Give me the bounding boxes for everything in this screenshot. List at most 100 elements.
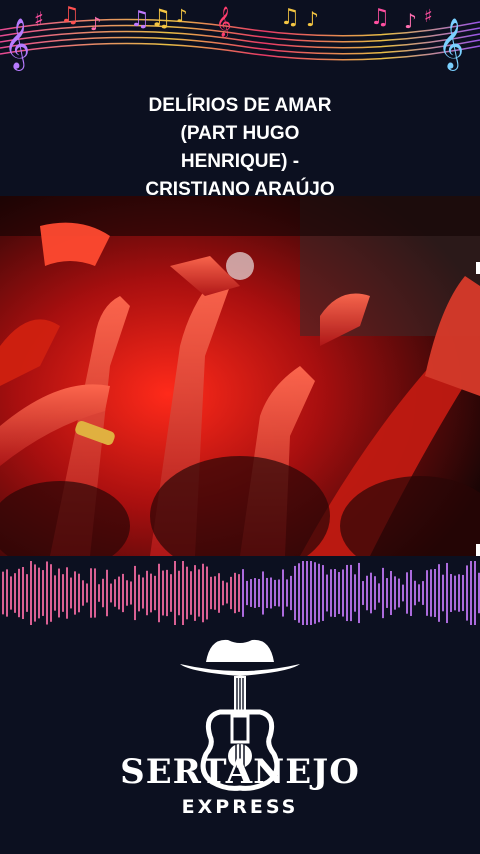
waveform-bar bbox=[6, 569, 8, 617]
waveform-bar bbox=[198, 569, 200, 617]
video-frame: 𝄞 𝄞 ♯ ♫ ♪ ♫ ♫ ♪ 𝄞 ♫ ♪ ♫ ♪ ♯ DELÍRIOS DE … bbox=[0, 0, 480, 854]
waveform-bar bbox=[294, 565, 296, 621]
waveform-bar bbox=[358, 562, 360, 624]
waveform-bar bbox=[462, 574, 464, 612]
svg-text:♫: ♫ bbox=[130, 7, 150, 32]
waveform-bar bbox=[430, 569, 432, 617]
waveform-bar bbox=[238, 574, 240, 612]
waveform-bar bbox=[50, 564, 52, 622]
waveform-bar bbox=[354, 574, 356, 612]
waveform-bar bbox=[230, 576, 232, 610]
waveform-bar bbox=[310, 561, 312, 625]
waveform-bar bbox=[254, 578, 256, 608]
waveform-bar bbox=[158, 563, 160, 623]
waveform-bar bbox=[402, 584, 404, 602]
song-title-line-2: (PART HUGO bbox=[180, 123, 300, 144]
waveform-bar bbox=[166, 569, 168, 617]
waveform-bar bbox=[370, 572, 372, 614]
waveform-bar bbox=[114, 579, 116, 607]
waveform-bar bbox=[282, 569, 284, 617]
svg-text:♪: ♪ bbox=[306, 7, 319, 31]
cowboy-hat-guitar-icon bbox=[180, 639, 300, 791]
waveform-bar bbox=[150, 573, 152, 613]
waveform-bar bbox=[414, 580, 416, 606]
waveform-bar bbox=[142, 577, 144, 609]
waveform-bar bbox=[338, 572, 340, 614]
waveform-bar bbox=[246, 580, 248, 606]
waveform-bar bbox=[126, 580, 128, 606]
svg-text:♫: ♫ bbox=[370, 5, 390, 30]
waveform-bar bbox=[398, 578, 400, 608]
edge-marker bbox=[476, 262, 480, 274]
waveform-bar bbox=[378, 583, 380, 603]
waveform-bar bbox=[442, 574, 444, 612]
waveform-bar bbox=[278, 579, 280, 607]
waveform-bar bbox=[190, 571, 192, 615]
waveform-bar bbox=[98, 584, 100, 602]
waveform-bar bbox=[438, 564, 440, 622]
waveform-bar bbox=[342, 569, 344, 617]
waveform-bar bbox=[450, 574, 452, 612]
waveform-bar bbox=[266, 577, 268, 609]
waveform-bar bbox=[466, 565, 468, 621]
waveform-bar bbox=[54, 575, 56, 611]
waveform-bar bbox=[474, 561, 476, 625]
waveform-bar bbox=[334, 569, 336, 617]
svg-text:♪: ♪ bbox=[404, 9, 417, 33]
waveform-bar bbox=[298, 563, 300, 623]
waveform-bar bbox=[154, 575, 156, 611]
treble-clef-right-icon: 𝄞 bbox=[438, 18, 464, 71]
waveform-bar bbox=[350, 564, 352, 622]
svg-text:♫: ♫ bbox=[150, 4, 172, 32]
waveform-bar bbox=[202, 563, 204, 623]
waveform-bar bbox=[422, 581, 424, 605]
song-title-line-1: DELÍRIOS DE AMAR bbox=[148, 95, 332, 116]
svg-text:♫: ♫ bbox=[280, 5, 300, 30]
waveform-bar bbox=[118, 576, 120, 610]
waveform-bar bbox=[170, 574, 172, 612]
svg-text:♪: ♪ bbox=[176, 6, 188, 27]
waveform-bar bbox=[86, 583, 88, 603]
waveform-bar bbox=[262, 571, 264, 615]
audio-waveform bbox=[2, 561, 480, 625]
waveform-bar bbox=[146, 570, 148, 616]
waveform-bar bbox=[286, 579, 288, 607]
svg-text:♯: ♯ bbox=[34, 7, 44, 31]
waveform-bar bbox=[302, 561, 304, 625]
waveform-bar bbox=[42, 570, 44, 616]
waveform-bar bbox=[274, 579, 276, 607]
waveform-bar bbox=[178, 570, 180, 616]
waveform-bar bbox=[318, 563, 320, 623]
waveform-bar bbox=[470, 561, 472, 625]
waveform-bar bbox=[366, 575, 368, 611]
waveform-bar bbox=[454, 575, 456, 611]
waveform-bar bbox=[306, 561, 308, 625]
waveform-bar bbox=[14, 573, 16, 613]
waveform-bar bbox=[34, 564, 36, 622]
waveform-bar bbox=[290, 575, 292, 611]
svg-text:♫: ♫ bbox=[60, 3, 80, 28]
waveform-bar bbox=[162, 570, 164, 616]
music-notes-banner: 𝄞 𝄞 ♯ ♫ ♪ ♫ ♫ ♪ 𝄞 ♫ ♪ ♫ ♪ ♯ bbox=[0, 3, 480, 71]
waveform-bar bbox=[22, 566, 24, 620]
waveform-bar bbox=[214, 576, 216, 610]
waveform-bar bbox=[2, 571, 4, 615]
waveform-bar bbox=[94, 568, 96, 618]
waveform-bar bbox=[346, 564, 348, 622]
waveform-bar bbox=[382, 567, 384, 619]
waveform-bar bbox=[222, 580, 224, 606]
waveform-bar bbox=[226, 582, 228, 604]
waveform-bar bbox=[70, 577, 72, 609]
waveform-bar bbox=[210, 576, 212, 610]
concert-crowd-image bbox=[0, 196, 480, 556]
waveform-bar bbox=[186, 566, 188, 620]
waveform-bar bbox=[102, 578, 104, 608]
waveform-bar bbox=[314, 562, 316, 624]
waveform-bar bbox=[10, 576, 12, 610]
treble-clef-left-icon: 𝄞 bbox=[4, 18, 30, 71]
waveform-bar bbox=[206, 566, 208, 620]
waveform-bar bbox=[110, 583, 112, 603]
waveform-bar bbox=[258, 578, 260, 608]
waveform-bar bbox=[174, 561, 176, 625]
brand-tagline: EXPRESS bbox=[181, 796, 299, 818]
